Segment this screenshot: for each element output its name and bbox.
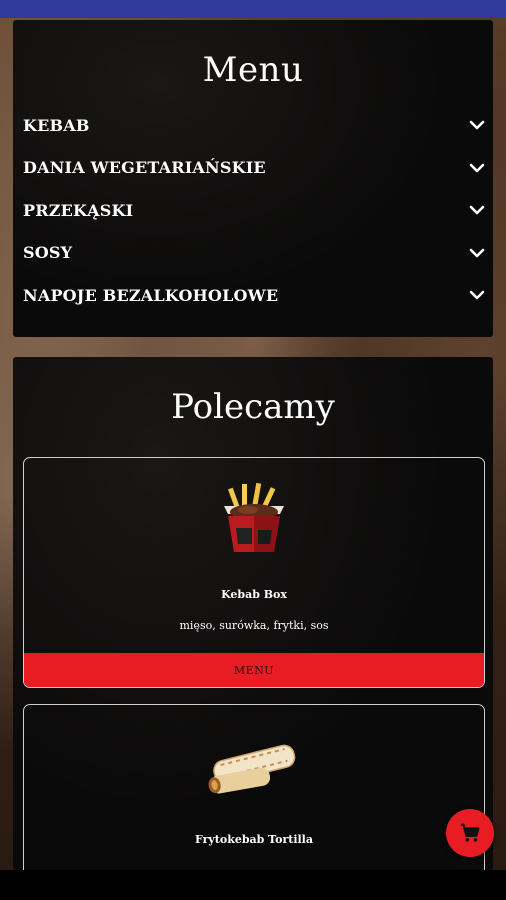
- product-name: Kebab Box: [221, 588, 287, 601]
- menu-item-label: KEBAB: [23, 115, 90, 135]
- menu-panel: Menu KEBAB DANIA WEGETARIAŃSKIE PRZEKĄSK…: [13, 20, 493, 337]
- product-description: mięso, surówka, frytki, sos: [179, 619, 329, 632]
- frytokebab-tortilla-image: [208, 744, 296, 794]
- product-card-kebab-box[interactable]: Kebab Box mięso, surówka, frytki, sos ME…: [23, 457, 485, 688]
- menu-item-label: SOSY: [23, 243, 73, 263]
- menu-button[interactable]: MENU: [24, 653, 484, 687]
- chevron-down-icon: [469, 205, 485, 215]
- kebab-box-image: [224, 482, 284, 552]
- chevron-down-icon: [469, 290, 485, 300]
- menu-item-sosy[interactable]: SOSY: [13, 232, 493, 275]
- chevron-down-icon: [469, 120, 485, 130]
- chevron-down-icon: [469, 248, 485, 258]
- chevron-down-icon: [469, 163, 485, 173]
- cart-button[interactable]: [446, 809, 494, 857]
- menu-item-label: NAPOJE BEZALKOHOLOWE: [23, 285, 279, 305]
- cart-icon: [460, 823, 480, 842]
- product-card-frytokebab-tortilla[interactable]: Frytokebab Tortilla: [23, 704, 485, 870]
- menu-item-napoje-bezalkoholowe[interactable]: NAPOJE BEZALKOHOLOWE: [13, 274, 493, 317]
- menu-item-label: PRZEKĄSKI: [23, 200, 134, 220]
- menu-title: Menu: [202, 50, 304, 90]
- product-name: Frytokebab Tortilla: [195, 833, 313, 846]
- menu-item-label: DANIA WEGETARIAŃSKIE: [23, 158, 266, 178]
- menu-item-dania-wegetarianskie[interactable]: DANIA WEGETARIAŃSKIE: [13, 147, 493, 190]
- menu-item-przekaski[interactable]: PRZEKĄSKI: [13, 189, 493, 232]
- status-bar: [0, 0, 506, 18]
- recommended-title: Polecamy: [171, 387, 335, 427]
- system-navigation-bar: [0, 870, 506, 900]
- recommended-panel: Polecamy Kebab Box mięso, surówka, frytk…: [13, 357, 493, 870]
- menu-item-kebab[interactable]: KEBAB: [13, 104, 493, 147]
